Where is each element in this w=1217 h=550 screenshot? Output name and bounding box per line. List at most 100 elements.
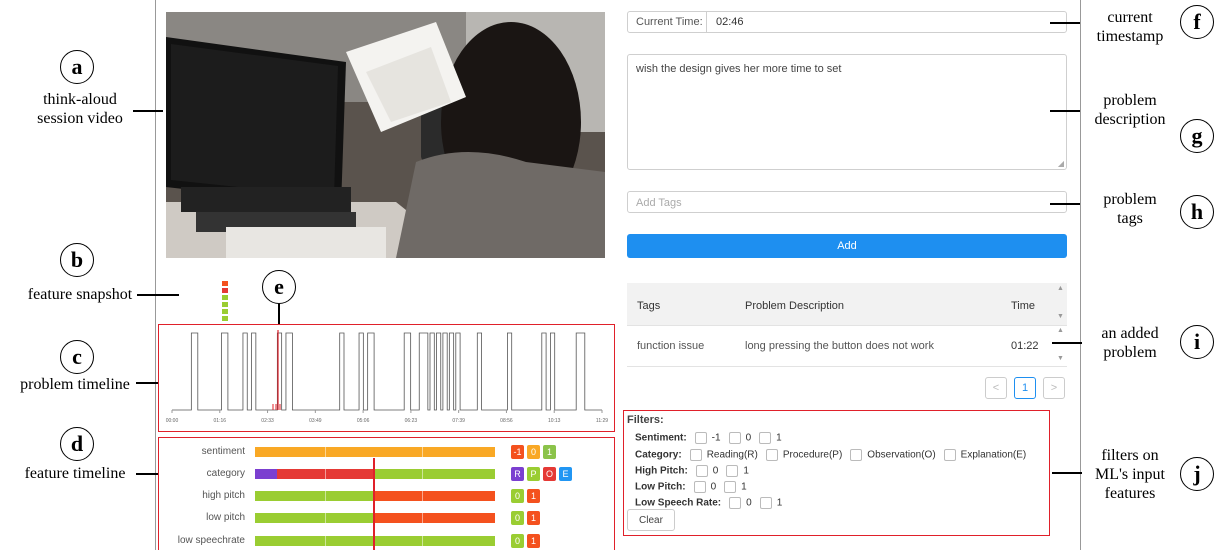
feature-grid-line <box>422 447 423 457</box>
scroll-down-icon[interactable]: ▼ <box>1057 313 1064 320</box>
filter-checkbox[interactable] <box>765 449 778 461</box>
scroll-up-icon[interactable]: ▲ <box>1057 285 1064 292</box>
row-description: long pressing the button does not work <box>745 340 934 352</box>
annotation-label-i: an added problem <box>1101 325 1159 361</box>
video-frame <box>166 12 605 258</box>
tags-input[interactable]: Add Tags <box>627 191 1067 213</box>
prev-page-button[interactable]: < <box>985 377 1007 399</box>
filter-checkbox[interactable] <box>728 432 741 444</box>
feature-bar-segment <box>255 491 373 501</box>
filter-label: Category: <box>635 449 682 461</box>
annotation-circle-g: g <box>1180 119 1214 153</box>
filter-label: Sentiment: <box>635 432 687 444</box>
filter-option-label: 0 <box>712 465 719 477</box>
problem-timeline[interactable]: 00:00 01:16 02:33 03:49 05:06 06:23 07:39 08:56… <box>160 326 613 430</box>
filter-checkbox[interactable] <box>729 497 742 509</box>
snapshot-square <box>222 309 228 314</box>
annotation-leader-line <box>278 304 280 324</box>
filter-checkbox[interactable] <box>759 497 772 509</box>
tick-label: 10:13 <box>548 418 561 424</box>
table-header: Tags Problem Description Time <box>627 283 1067 326</box>
scroll-down-icon[interactable]: ▼ <box>1057 355 1064 362</box>
tick-label: 05:06 <box>357 418 370 424</box>
header-tags[interactable]: Tags <box>637 300 660 312</box>
annotation-label-c: problem timeline <box>20 376 130 393</box>
filter-checkbox[interactable] <box>695 465 708 477</box>
annotation-label-b: feature snapshot <box>27 286 133 303</box>
feature-label: sentiment <box>201 446 245 457</box>
header-description[interactable]: Problem Description <box>745 300 844 312</box>
annotation-circle-e: e <box>262 270 296 304</box>
annotation-label-g: problem description <box>1094 92 1166 128</box>
resize-handle-icon[interactable]: ◢ <box>1058 159 1064 168</box>
page-button[interactable]: 1 <box>1014 377 1036 399</box>
feature-legend-badge: P <box>527 467 540 481</box>
annotation-leader-line <box>1050 22 1080 24</box>
tick-label: 01:16 <box>214 418 227 424</box>
session-video[interactable] <box>166 12 605 258</box>
feature-bar-segment <box>255 513 373 523</box>
feature-label: category <box>206 468 245 479</box>
clear-button[interactable]: Clear <box>627 509 675 531</box>
filter-checkbox[interactable] <box>850 449 863 461</box>
annotation-leader-line <box>1052 472 1082 474</box>
feature-grid-line <box>422 491 423 501</box>
tick-label: 07:39 <box>452 418 465 424</box>
feature-grid-line <box>325 513 326 523</box>
annotation-circle-b: b <box>60 243 94 277</box>
filter-checkbox[interactable] <box>693 481 706 493</box>
annotation-circle-f: f <box>1180 5 1214 39</box>
add-button[interactable]: Add <box>627 234 1067 258</box>
annotation-label-f: current timestamp <box>1096 9 1164 45</box>
problem-waveform <box>172 332 602 411</box>
filter-option-label: 0 <box>710 481 717 493</box>
filter-checkbox[interactable] <box>689 449 702 461</box>
snapshot-square <box>222 295 228 300</box>
feature-legend-badge: 0 <box>511 489 524 503</box>
annotation-leader-line <box>133 110 163 112</box>
filter-label: Low Pitch: <box>635 481 686 493</box>
filter-row: Low Speech Rate: 0 1 <box>635 497 782 509</box>
snapshot-square <box>222 302 228 307</box>
header-time[interactable]: Time <box>1011 300 1035 312</box>
annotation-circle-h: h <box>1180 195 1214 229</box>
filter-row: Low Pitch: 0 1 <box>635 481 747 493</box>
feature-legend-badge: 1 <box>527 534 540 548</box>
snapshot-square <box>222 316 228 321</box>
feature-grid-line <box>325 536 326 546</box>
filter-option-label: 0 <box>745 432 752 444</box>
filter-option-label: Reading(R) <box>706 449 758 461</box>
next-page-button[interactable]: > <box>1043 377 1065 399</box>
filter-row: Sentiment: -1 0 1 <box>635 432 782 444</box>
tick-label: 02:33 <box>261 418 274 424</box>
scroll-up-icon[interactable]: ▲ <box>1057 327 1064 334</box>
feature-bar-segment <box>373 513 495 523</box>
annotation-leader-line <box>137 294 179 296</box>
row-tags: function issue <box>637 340 705 352</box>
filter-checkbox[interactable] <box>726 465 739 477</box>
feature-bar-segment <box>373 491 495 501</box>
table-row[interactable]: function issue long pressing the button … <box>627 326 1067 367</box>
current-time-marker[interactable] <box>373 458 375 550</box>
filter-checkbox[interactable] <box>943 449 956 461</box>
row-time: 01:22 <box>1011 340 1039 352</box>
problem-description-textarea[interactable]: wish the design gives her more time to s… <box>627 54 1067 170</box>
filter-checkbox[interactable] <box>694 432 707 444</box>
filter-row: High Pitch: 0 1 <box>635 465 749 477</box>
feature-legend-badge: 0 <box>511 511 524 525</box>
feature-legend-badge: O <box>543 467 556 481</box>
feature-legend-badge: R <box>511 467 524 481</box>
feature-label: high pitch <box>202 490 245 501</box>
filter-checkbox[interactable] <box>759 432 772 444</box>
tick-label: 11:29 <box>596 418 608 424</box>
filter-option-label: Observation(O) <box>867 449 936 461</box>
frame-border <box>1080 0 1081 550</box>
filter-option-label: 1 <box>743 465 749 477</box>
filter-option-label: -1 <box>711 432 721 444</box>
annotation-circle-a: a <box>60 50 94 84</box>
feature-grid-line <box>422 536 423 546</box>
snapshot-square <box>222 281 228 286</box>
filter-checkbox[interactable] <box>724 481 737 493</box>
feature-legend-badge: 1 <box>527 511 540 525</box>
annotation-circle-i: i <box>1180 325 1214 359</box>
